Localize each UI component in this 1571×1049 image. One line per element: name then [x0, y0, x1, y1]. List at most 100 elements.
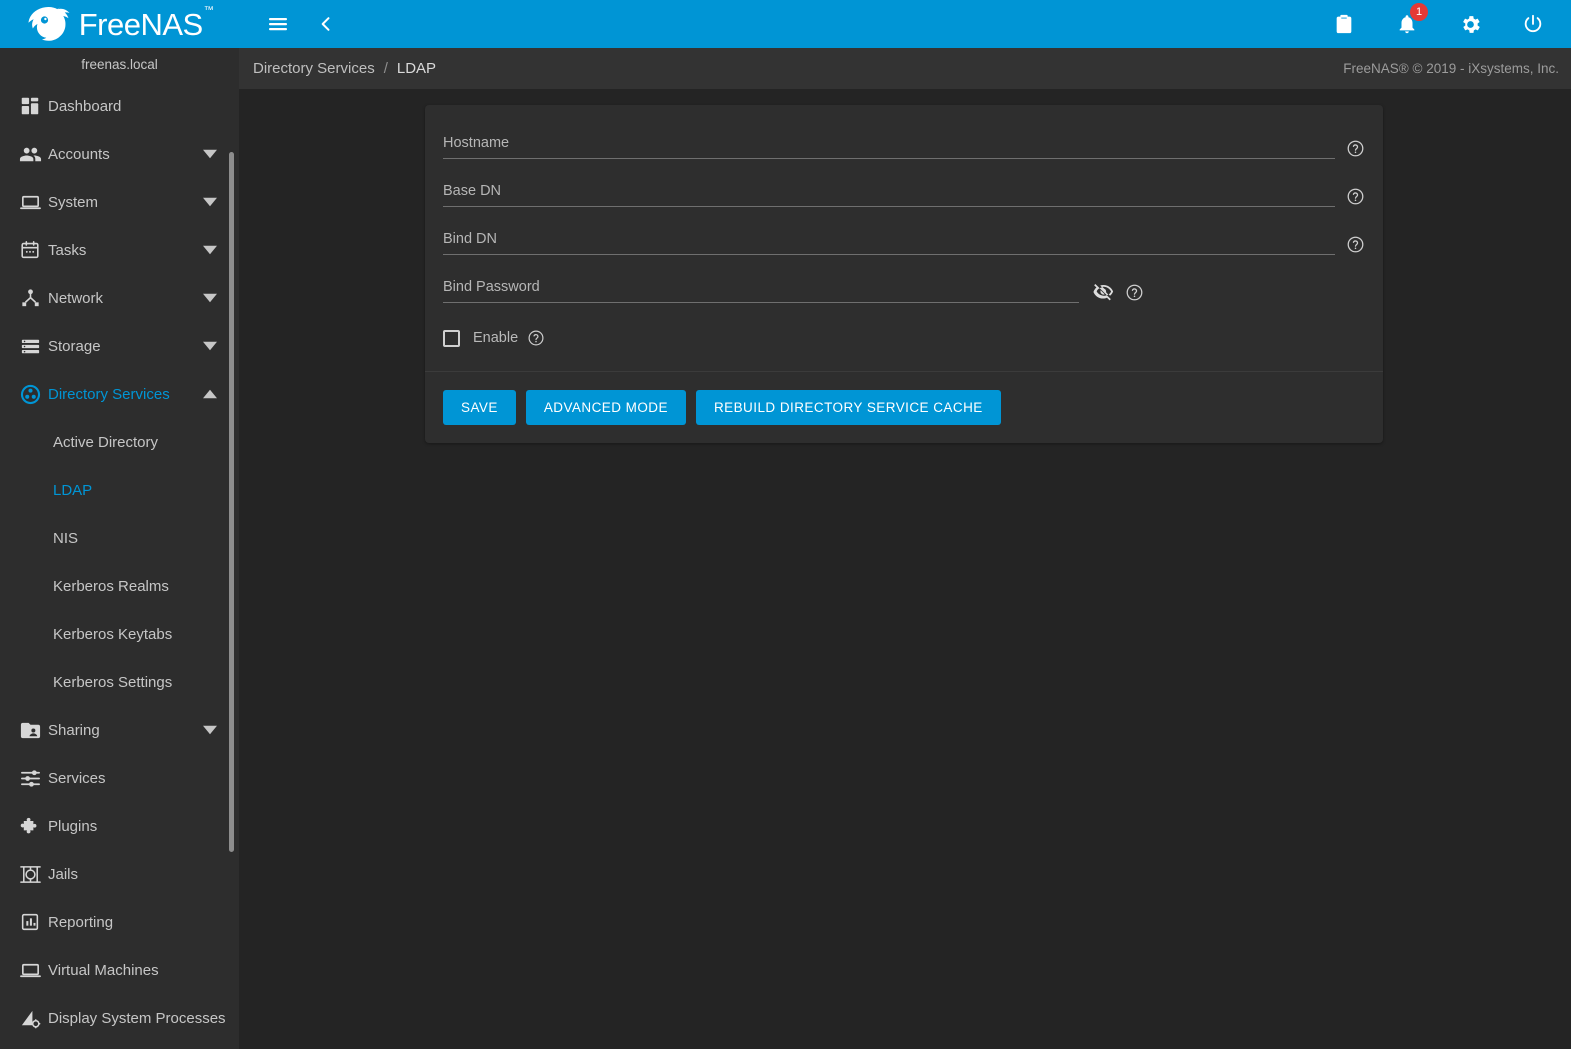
people-icon — [12, 143, 48, 166]
bind-dn-label: Bind DN — [443, 229, 1335, 249]
breadcrumb-item-directory-services[interactable]: Directory Services — [253, 60, 375, 77]
chevron-down-icon[interactable] — [197, 147, 223, 161]
hamburger-menu-icon[interactable] — [256, 2, 300, 46]
chevron-down-icon[interactable] — [197, 291, 223, 305]
sidebar-subitem-label: LDAP — [53, 482, 92, 499]
breadcrumb: Directory Services / LDAP — [253, 60, 436, 77]
sidebar-item-nis[interactable]: NIS — [0, 514, 239, 562]
folder-shared-icon — [12, 719, 48, 742]
ldap-settings-card: Hostname Base DN Bind DN — [425, 105, 1383, 443]
device-hub-icon — [12, 287, 48, 310]
main-content: Hostname Base DN Bind DN — [239, 89, 1571, 1049]
sidebar-item-kerberos-settings[interactable]: Kerberos Settings — [0, 658, 239, 706]
sidebar-item-label: Tasks — [48, 242, 197, 259]
sidebar-item-label: Display System Processes — [48, 1010, 239, 1027]
field-bind-password: Bind Password — [443, 277, 1365, 303]
dashboard-grid-icon — [12, 95, 48, 117]
help-circle-icon[interactable] — [1346, 235, 1365, 254]
base-dn-label: Base DN — [443, 181, 1335, 201]
sidebar-scrollbar[interactable] — [229, 152, 234, 852]
breadcrumb-item-ldap[interactable]: LDAP — [397, 60, 436, 77]
sidebar-item-label: Virtual Machines — [48, 962, 239, 979]
hostname-label: freenas.local — [0, 48, 239, 78]
chevron-up-icon[interactable] — [197, 387, 223, 401]
visibility-off-icon[interactable] — [1093, 281, 1114, 302]
brand-name: FreeNAS™ — [79, 9, 212, 40]
advanced-mode-button[interactable]: ADVANCED MODE — [526, 390, 686, 425]
sidebar-item-label: Storage — [48, 338, 197, 355]
sidebar-item-directory-services[interactable]: Directory Services — [0, 370, 239, 418]
breadcrumb-separator: / — [384, 60, 388, 77]
sidebar-item-reporting[interactable]: Reporting — [0, 898, 239, 946]
sidebar-item-label: Dashboard — [48, 98, 239, 115]
notification-count-badge: 1 — [1410, 3, 1428, 21]
power-icon[interactable] — [1511, 2, 1555, 46]
sidebar-subitem-label: NIS — [53, 530, 78, 547]
sidebar-item-storage[interactable]: Storage — [0, 322, 239, 370]
sidebar-item-sharing[interactable]: Sharing — [0, 706, 239, 754]
brand-logo-bar[interactable]: FreeNAS™ — [0, 0, 239, 48]
enable-checkbox[interactable] — [443, 330, 460, 347]
chevron-down-icon[interactable] — [197, 339, 223, 353]
hostname-label: Hostname — [443, 133, 1335, 153]
copyright-text: FreeNAS® © 2019 - iXsystems, Inc. — [1343, 61, 1559, 76]
help-circle-icon[interactable] — [1346, 187, 1365, 206]
sidebar-item-services[interactable]: Services — [0, 754, 239, 802]
top-app-bar: 1 — [239, 0, 1571, 48]
sidebar-item-label: Accounts — [48, 146, 197, 163]
sidebar-item-accounts[interactable]: Accounts — [0, 130, 239, 178]
help-circle-icon[interactable] — [1346, 139, 1365, 158]
group-work-icon — [12, 383, 48, 406]
tune-sliders-icon — [12, 767, 48, 790]
bind-password-label: Bind Password — [443, 277, 1079, 297]
field-bind-dn: Bind DN — [443, 229, 1365, 255]
sidebar-item-kerberos-realms[interactable]: Kerberos Realms — [0, 562, 239, 610]
sidebar: FreeNAS™ freenas.local Dashboard Account… — [0, 0, 239, 1049]
sidebar-nav-list: Dashboard Accounts System — [0, 78, 239, 1042]
enable-checkbox-row: Enable — [443, 329, 1365, 347]
sidebar-item-virtual-machines[interactable]: Virtual Machines — [0, 946, 239, 994]
field-base-dn: Base DN — [443, 181, 1365, 207]
sidebar-item-ldap[interactable]: LDAP — [0, 466, 239, 514]
rebuild-cache-button[interactable]: REBUILD DIRECTORY SERVICE CACHE — [696, 390, 1001, 425]
clipboard-tasks-icon[interactable] — [1322, 2, 1366, 46]
notifications-bell-icon[interactable]: 1 — [1385, 2, 1429, 46]
sidebar-item-system[interactable]: System — [0, 178, 239, 226]
sidebar-item-kerberos-keytabs[interactable]: Kerberos Keytabs — [0, 610, 239, 658]
enable-label: Enable — [473, 330, 518, 346]
trademark-symbol: ™ — [204, 5, 214, 16]
bind-password-input[interactable]: Bind Password — [443, 277, 1079, 303]
sidebar-item-active-directory[interactable]: Active Directory — [0, 418, 239, 466]
sidebar-subitem-label: Kerberos Settings — [53, 674, 172, 691]
chevron-down-icon[interactable] — [197, 723, 223, 737]
chevron-down-icon[interactable] — [197, 243, 223, 257]
processes-gear-icon — [12, 1007, 48, 1030]
save-button[interactable]: SAVE — [443, 390, 516, 425]
settings-gear-icon[interactable] — [1448, 2, 1492, 46]
laptop-icon — [12, 191, 48, 214]
sidebar-item-jails[interactable]: Jails — [0, 850, 239, 898]
bind-dn-input[interactable]: Bind DN — [443, 229, 1335, 255]
chevron-left-icon[interactable] — [304, 2, 348, 46]
sidebar-item-label: Jails — [48, 866, 239, 883]
chevron-down-icon[interactable] — [197, 195, 223, 209]
sidebar-item-label: Network — [48, 290, 197, 307]
sidebar-item-plugins[interactable]: Plugins — [0, 802, 239, 850]
top-bar-actions: 1 — [1322, 2, 1571, 46]
storage-list-icon — [12, 335, 48, 358]
calendar-icon — [12, 239, 48, 261]
sidebar-item-tasks[interactable]: Tasks — [0, 226, 239, 274]
help-circle-icon[interactable] — [1125, 283, 1144, 302]
hostname-input[interactable]: Hostname — [443, 133, 1335, 159]
breadcrumb-bar: Directory Services / LDAP FreeNAS® © 201… — [239, 48, 1571, 89]
ldap-form: Hostname Base DN Bind DN — [425, 105, 1383, 371]
sidebar-item-label: System — [48, 194, 197, 211]
sidebar-item-display-system-processes[interactable]: Display System Processes — [0, 994, 239, 1042]
field-hostname: Hostname — [443, 133, 1365, 159]
sidebar-item-dashboard[interactable]: Dashboard — [0, 82, 239, 130]
base-dn-input[interactable]: Base DN — [443, 181, 1335, 207]
sidebar-item-network[interactable]: Network — [0, 274, 239, 322]
sidebar-subitem-label: Kerberos Realms — [53, 578, 169, 595]
help-circle-icon[interactable] — [527, 329, 545, 347]
sidebar-item-label: Services — [48, 770, 239, 787]
